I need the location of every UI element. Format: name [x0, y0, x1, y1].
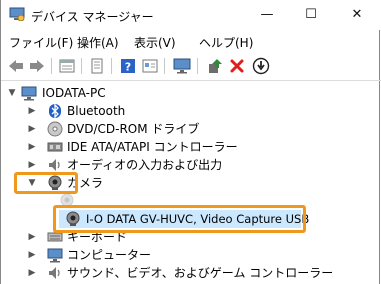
highlight-camera-category: [14, 172, 78, 194]
root-label: IODATA-PC: [42, 86, 106, 100]
properties-icon[interactable]: [58, 57, 76, 75]
toolbar-separator: [81, 58, 82, 74]
tree-item-label: オーディオの入力および出力: [67, 158, 223, 172]
download-icon[interactable]: [252, 57, 270, 75]
device-manager-icon: [9, 7, 25, 21]
tree-item-label: コンピューター: [67, 248, 152, 262]
toolbar-separator: [197, 58, 198, 74]
menu-help[interactable]: ヘルプ(H): [199, 34, 253, 51]
uninstall-x-icon[interactable]: [228, 57, 246, 75]
chevron-right-icon[interactable]: ▶: [27, 138, 37, 156]
maximize-button[interactable]: ☐: [289, 0, 333, 30]
driver-icon[interactable]: [88, 57, 106, 75]
chevron-right-icon[interactable]: ▶: [27, 102, 37, 120]
menu-action[interactable]: 操作(A): [77, 34, 119, 51]
minimize-button[interactable]: —: [245, 0, 289, 30]
device-manager-window: デバイス マネージャー — ☐ ✕ ファイル(F) 操作(A) 表示(V) ヘル…: [0, 0, 381, 284]
controller-icon: [47, 142, 63, 152]
tree-root[interactable]: ▼ IODATA-PC: [7, 84, 307, 102]
forward-arrow-icon[interactable]: [28, 57, 46, 75]
chevron-right-icon[interactable]: ▶: [27, 120, 37, 138]
toolbar-separator: [164, 58, 165, 74]
back-arrow-icon[interactable]: [7, 57, 25, 75]
highlight-camera-device: [53, 205, 306, 233]
chevron-right-icon[interactable]: ▶: [27, 228, 37, 246]
tree-item-label: Bluetooth: [67, 104, 126, 118]
computer-icon: [47, 248, 63, 263]
tree-item-computer[interactable]: ▶ コンピューター: [27, 246, 327, 264]
dvd-drive-icon: [47, 121, 63, 137]
svg-text:?: ?: [125, 61, 131, 74]
view-icon[interactable]: [141, 57, 159, 75]
tree-item-label: サウンド、ビデオ、およびゲーム コントローラー: [67, 266, 334, 280]
window-title: デバイス マネージャー: [31, 10, 154, 24]
toolbar-separator: [51, 58, 52, 74]
monitor-scan-icon[interactable]: [173, 57, 191, 75]
toolbar: ?: [1, 52, 381, 81]
tree-item-sound[interactable]: ▶ サウンド、ビデオ、およびゲーム コントローラー: [27, 264, 334, 282]
close-button[interactable]: ✕: [335, 0, 379, 30]
tree-item-label: IDE ATA/ATAPI コントローラー: [67, 140, 238, 154]
help-icon[interactable]: ?: [119, 57, 137, 75]
tree-item-label: DVD/CD-ROM ドライブ: [67, 122, 200, 136]
menu-bar: ファイル(F) 操作(A) 表示(V) ヘルプ(H): [1, 32, 381, 52]
title-bar: デバイス マネージャー — ☐ ✕: [1, 0, 381, 30]
toolbar-separator: [111, 58, 112, 74]
speaker-icon: [49, 159, 60, 171]
tree-item-ide[interactable]: ▶ IDE ATA/ATAPI コントローラー: [27, 138, 327, 156]
tree-item-dvd[interactable]: ▶ DVD/CD-ROM ドライブ: [27, 120, 327, 138]
chevron-down-icon[interactable]: ▼: [7, 84, 17, 102]
speaker-icon: [49, 267, 60, 279]
bluetooth-icon: [49, 103, 61, 119]
update-driver-icon[interactable]: [206, 57, 224, 75]
computer-icon: [21, 86, 37, 101]
chevron-right-icon[interactable]: ▶: [27, 264, 37, 282]
menu-view[interactable]: 表示(V): [134, 34, 176, 51]
device-tree[interactable]: ▼ IODATA-PC ▶ Bluetooth ▶ DVD/CD-ROM ドライ…: [1, 81, 381, 284]
tree-item-bluetooth[interactable]: ▶ Bluetooth: [27, 102, 327, 120]
chevron-right-icon[interactable]: ▶: [27, 246, 37, 264]
menu-file[interactable]: ファイル(F): [9, 34, 73, 51]
